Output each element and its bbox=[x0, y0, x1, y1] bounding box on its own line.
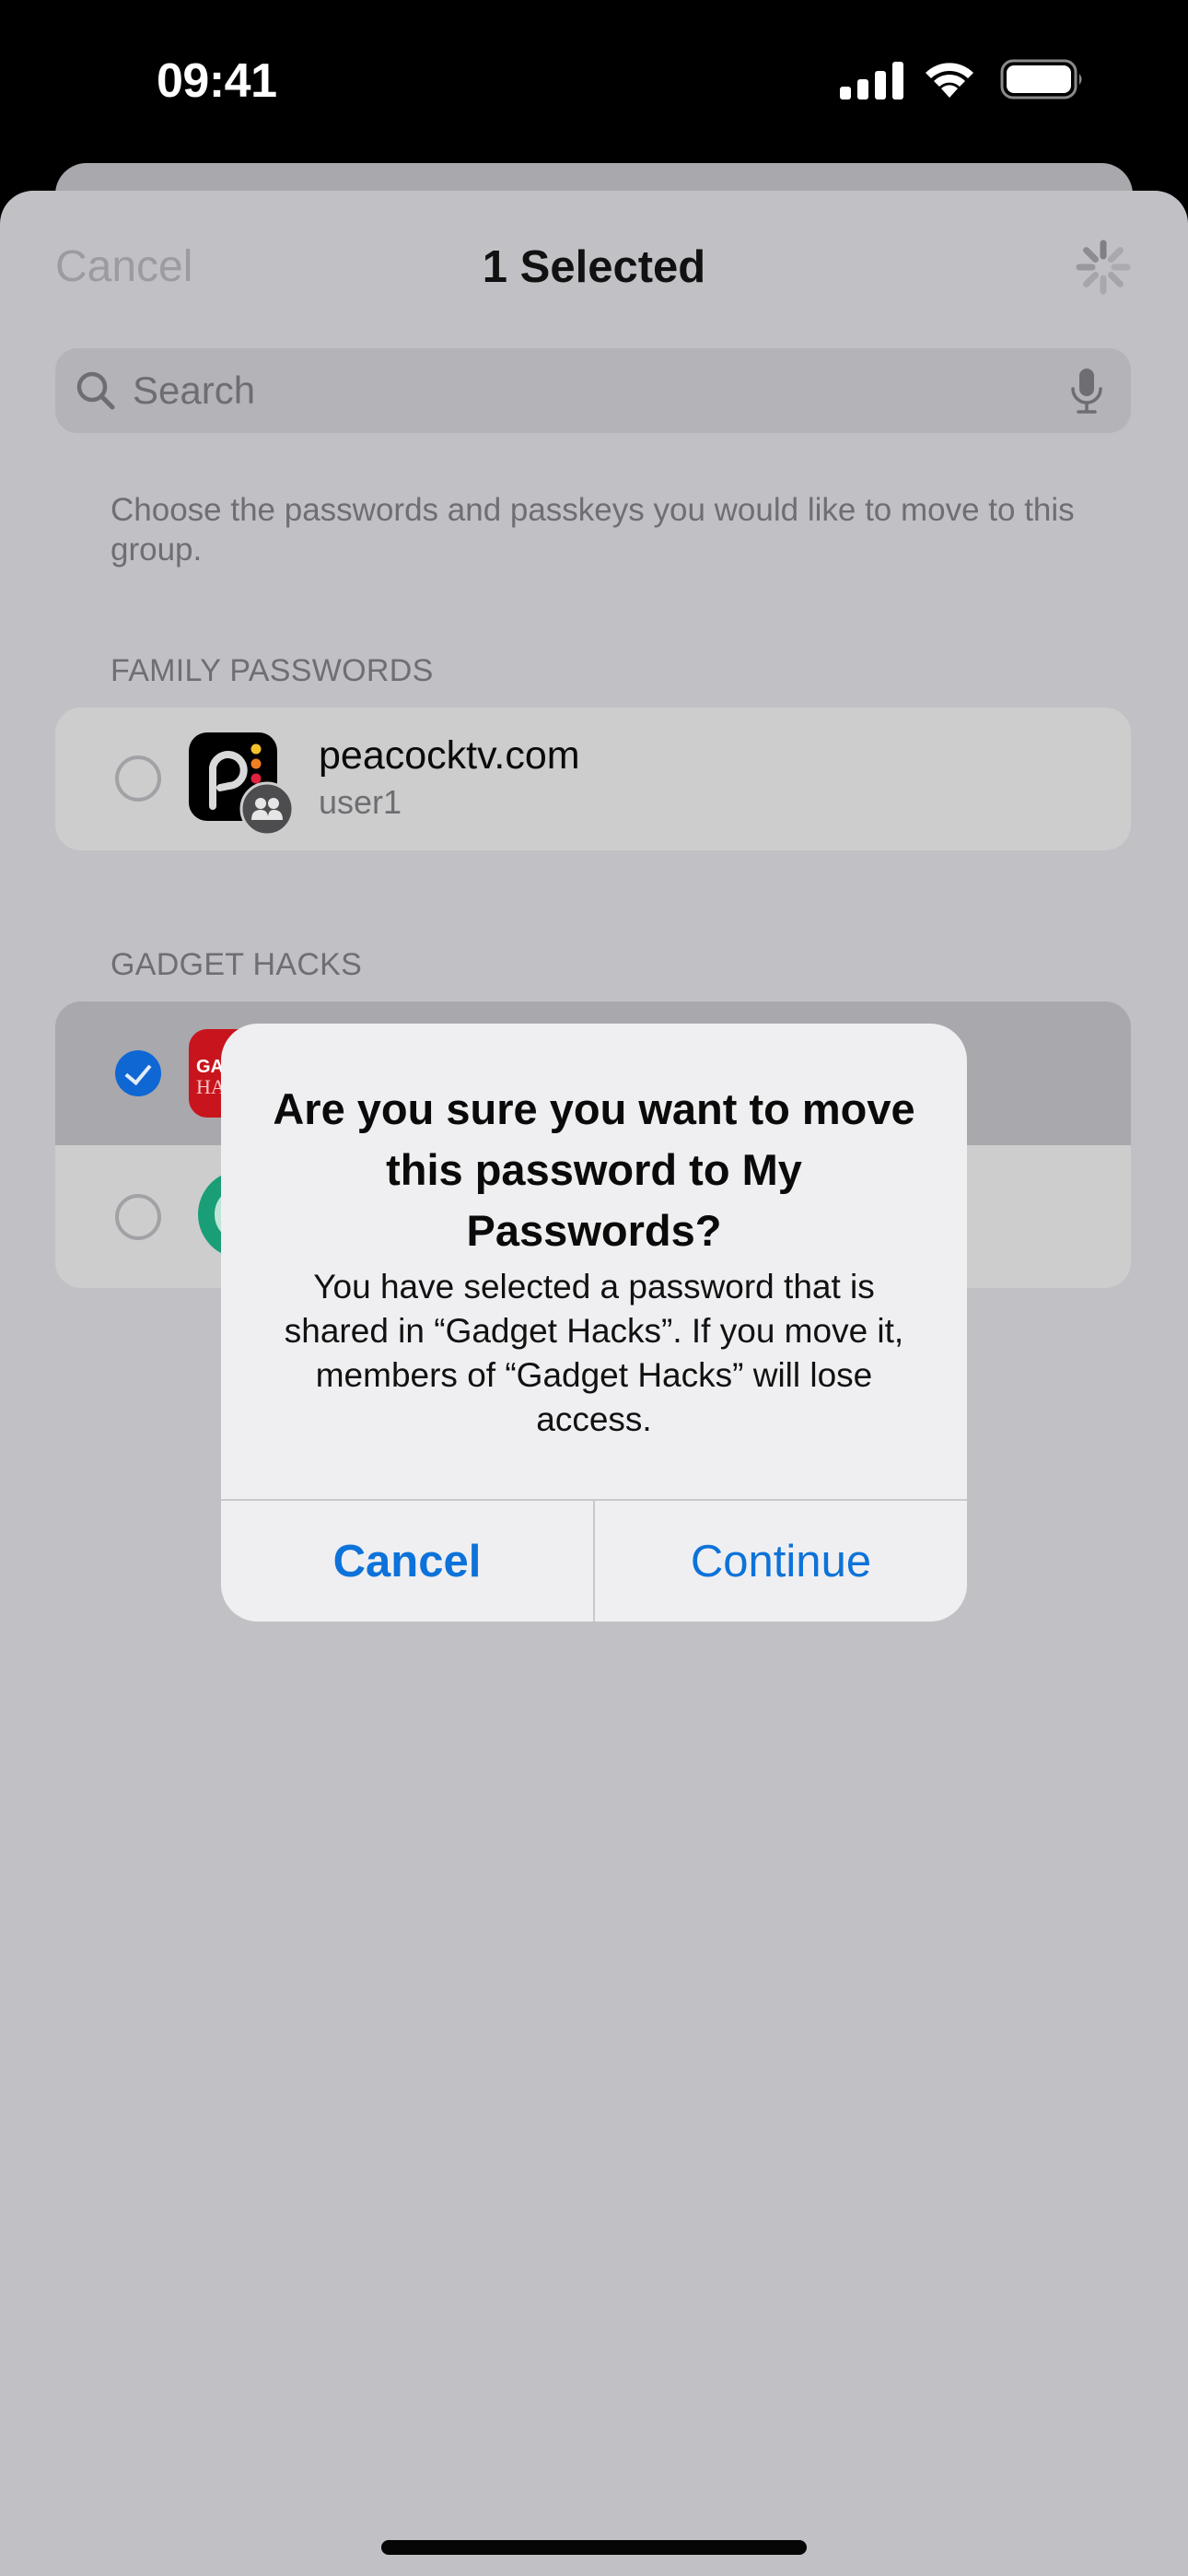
cellular-signal-icon bbox=[840, 62, 903, 100]
site-title: peacocktv.com bbox=[319, 733, 580, 778]
wifi-icon bbox=[926, 63, 973, 98]
site-username: user1 bbox=[319, 783, 402, 821]
shared-group-icon bbox=[239, 781, 295, 837]
selection-circle[interactable] bbox=[115, 1194, 161, 1240]
family-passwords-list: peacocktv.com user1 bbox=[55, 708, 1131, 850]
alert-cancel-button[interactable]: Cancel bbox=[221, 1501, 593, 1622]
status-bar-time: 09:41 bbox=[157, 54, 277, 108]
alert-title: Are you sure you want to move this passw… bbox=[273, 1084, 915, 1255]
selection-circle[interactable] bbox=[115, 755, 161, 802]
alert-message: You have selected a password that is sha… bbox=[284, 1268, 904, 1438]
loading-spinner-icon bbox=[1076, 240, 1131, 295]
password-row-peacocktv[interactable]: peacocktv.com user1 bbox=[55, 708, 1131, 850]
microphone-icon[interactable] bbox=[1068, 367, 1105, 416]
selection-checkmark[interactable] bbox=[115, 1050, 161, 1096]
section-header-family-passwords: FAMILY PASSWORDS bbox=[111, 653, 434, 688]
alert-continue-button[interactable]: Continue bbox=[595, 1501, 967, 1622]
search-field[interactable] bbox=[55, 348, 1131, 433]
search-icon bbox=[76, 371, 115, 410]
home-indicator[interactable] bbox=[381, 2540, 807, 2555]
section-header-gadget-hacks: GADGET HACKS bbox=[111, 947, 363, 982]
nav-title: 1 Selected bbox=[482, 242, 706, 292]
battery-icon bbox=[1000, 59, 1082, 100]
search-input[interactable] bbox=[133, 348, 1017, 433]
instructions-text: Choose the passwords and passkeys you wo… bbox=[111, 492, 1075, 568]
confirm-move-alert: Are you sure you want to move this passw… bbox=[221, 1024, 967, 1622]
